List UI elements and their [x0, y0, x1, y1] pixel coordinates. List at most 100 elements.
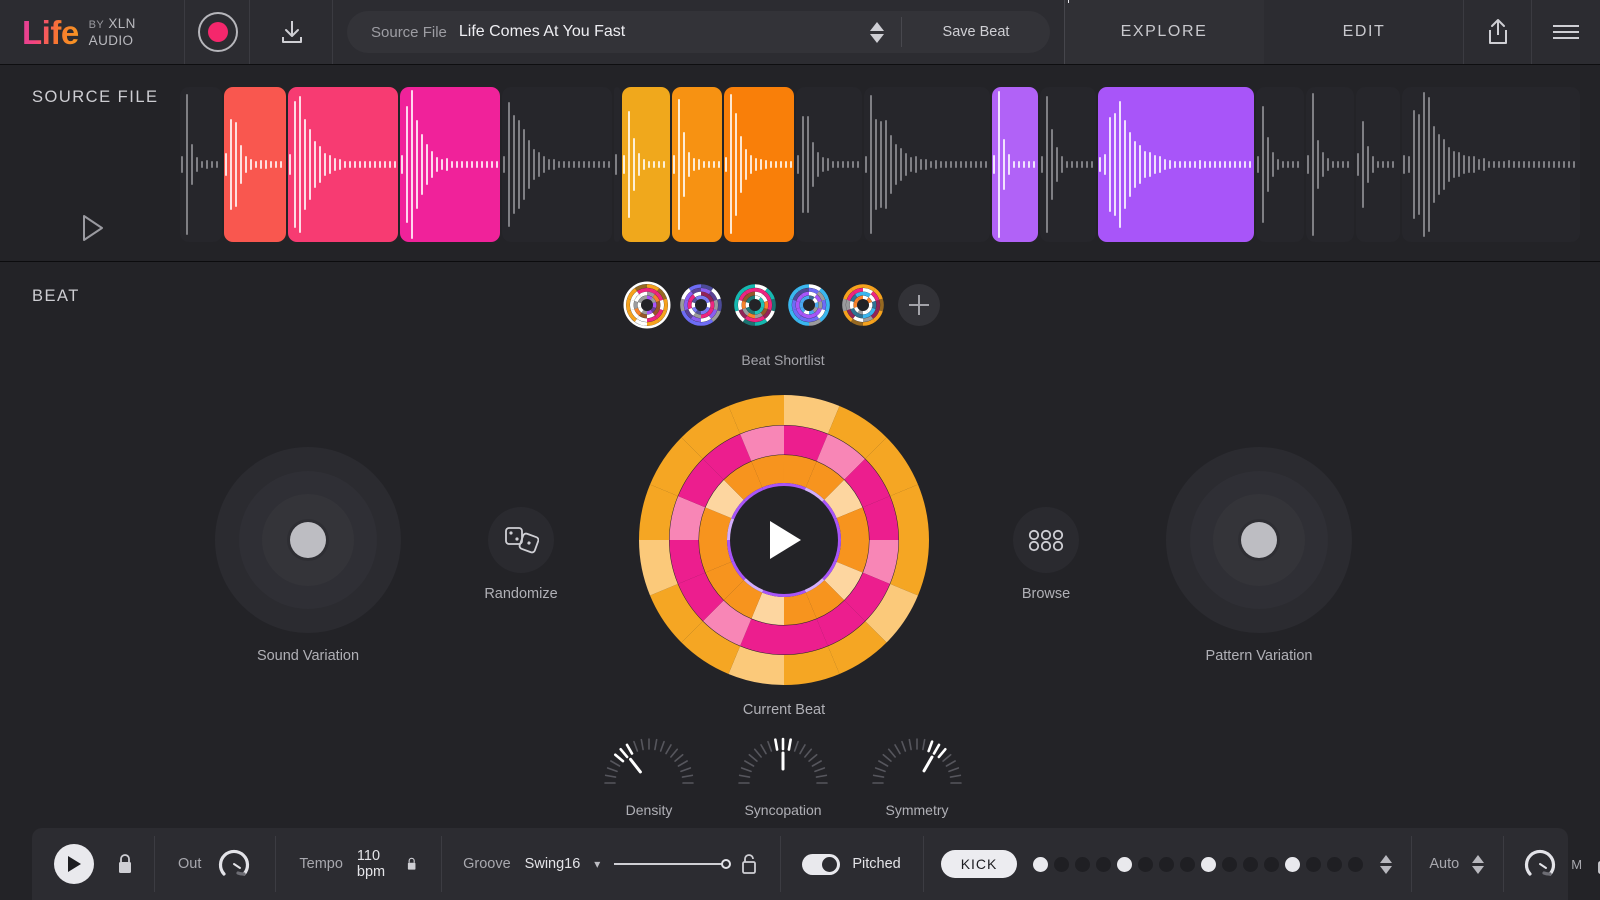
- step-sequencer[interactable]: [1033, 857, 1363, 872]
- beat-shortlist-item-2[interactable]: [680, 284, 722, 326]
- pattern-variation-pad[interactable]: [1166, 447, 1352, 633]
- current-beat-segment[interactable]: [834, 567, 849, 590]
- lock-open-icon[interactable]: [1596, 853, 1600, 875]
- current-beat-segment[interactable]: [850, 540, 855, 567]
- source-file-play-button[interactable]: [80, 213, 106, 248]
- groove-amount-slider[interactable]: [614, 863, 726, 865]
- browse-button[interactable]: [1013, 507, 1079, 573]
- current-beat-segment[interactable]: [718, 490, 733, 513]
- current-beat-segment[interactable]: [734, 660, 784, 670]
- add-beat-button[interactable]: [898, 284, 940, 326]
- menu-button[interactable]: [1532, 0, 1600, 64]
- step-9[interactable]: [1201, 857, 1216, 872]
- current-beat-segment[interactable]: [734, 410, 784, 420]
- transport-play-button[interactable]: [54, 844, 94, 884]
- current-beat-segment[interactable]: [784, 632, 822, 640]
- chevron-down-icon[interactable]: ▾: [594, 857, 600, 871]
- waveform-slice-selected[interactable]: [400, 87, 500, 242]
- source-file-stepper[interactable]: [869, 22, 885, 43]
- source-file-value[interactable]: Life Comes At You Fast: [447, 23, 625, 41]
- pitched-toggle[interactable]: [802, 854, 840, 875]
- waveform-slice-selected[interactable]: [288, 87, 398, 242]
- current-beat-segment[interactable]: [855, 469, 877, 501]
- current-beat-segment[interactable]: [811, 590, 834, 605]
- waveform-slice[interactable]: [614, 87, 620, 242]
- step-10[interactable]: [1222, 857, 1237, 872]
- current-beat-segment[interactable]: [734, 590, 757, 605]
- step-7[interactable]: [1159, 857, 1174, 872]
- waveform-track[interactable]: [180, 87, 1580, 242]
- tempo-value[interactable]: 110 bpm: [357, 848, 392, 880]
- step-12[interactable]: [1264, 857, 1279, 872]
- current-beat-segment[interactable]: [654, 540, 664, 590]
- instrument-selector-kick[interactable]: KICK: [941, 850, 1018, 878]
- density-dial[interactable]: [597, 727, 701, 787]
- current-beat-segment[interactable]: [784, 410, 834, 420]
- save-beat-button[interactable]: Save Beat: [902, 24, 1050, 40]
- mix-knob[interactable]: [1523, 847, 1557, 881]
- share-button[interactable]: [1464, 0, 1532, 64]
- current-beat-segment[interactable]: [713, 611, 745, 633]
- current-beat-segment[interactable]: [855, 578, 877, 610]
- waveform-slice[interactable]: [1256, 87, 1304, 242]
- randomize-button[interactable]: [488, 507, 554, 573]
- current-beat-segment[interactable]: [684, 502, 692, 540]
- lock-open-icon[interactable]: [740, 853, 758, 875]
- current-beat-segment[interactable]: [811, 474, 834, 489]
- waveform-slice[interactable]: [864, 87, 990, 242]
- current-beat-segment[interactable]: [784, 660, 834, 670]
- lock-closed-icon[interactable]: [406, 853, 417, 875]
- step-8[interactable]: [1180, 857, 1195, 872]
- beat-shortlist-item-3[interactable]: [734, 284, 776, 326]
- groove-value[interactable]: Swing16: [525, 856, 581, 872]
- step-16[interactable]: [1348, 857, 1363, 872]
- output-knob[interactable]: [217, 847, 251, 881]
- beat-shortlist-item-5[interactable]: [842, 284, 884, 326]
- waveform-slice[interactable]: [1306, 87, 1354, 242]
- lock-closed-icon[interactable]: [116, 853, 134, 875]
- step-14[interactable]: [1306, 857, 1321, 872]
- source-file-pill[interactable]: Source File Life Comes At You Fast Save …: [347, 11, 1050, 53]
- waveform-slice[interactable]: [502, 87, 612, 242]
- step-3[interactable]: [1075, 857, 1090, 872]
- current-beat-segment[interactable]: [746, 440, 784, 448]
- current-beat-segment[interactable]: [784, 469, 811, 474]
- current-beat-segment[interactable]: [692, 469, 714, 501]
- auto-label[interactable]: Auto: [1429, 856, 1459, 872]
- waveform-slice[interactable]: [1356, 87, 1400, 242]
- current-beat-segment[interactable]: [822, 611, 854, 633]
- current-beat-segment[interactable]: [713, 540, 718, 567]
- sound-variation-puck[interactable]: [290, 522, 326, 558]
- steps-stepper[interactable]: [1379, 855, 1393, 874]
- tab-explore[interactable]: EXPLORE: [1064, 0, 1264, 64]
- current-beat-segment[interactable]: [904, 490, 914, 540]
- beat-shortlist-item-1[interactable]: [626, 284, 668, 326]
- current-beat-segment[interactable]: [734, 474, 757, 489]
- waveform-slice-selected[interactable]: [622, 87, 670, 242]
- current-beat-segment[interactable]: [876, 502, 884, 540]
- step-1[interactable]: [1033, 857, 1048, 872]
- current-beat-segment[interactable]: [692, 578, 714, 610]
- current-beat-play-button[interactable]: [730, 486, 838, 594]
- current-beat-segment[interactable]: [654, 490, 664, 540]
- current-beat-segment[interactable]: [713, 448, 745, 470]
- current-beat-segment[interactable]: [822, 448, 854, 470]
- download-button[interactable]: [250, 0, 333, 64]
- current-beat-segment[interactable]: [718, 567, 733, 590]
- record-button-ring[interactable]: [198, 12, 238, 52]
- current-beat-segment[interactable]: [757, 606, 784, 611]
- sound-variation-pad[interactable]: [215, 447, 401, 633]
- syncopation-dial[interactable]: [731, 727, 835, 787]
- waveform-slice[interactable]: [180, 87, 222, 242]
- step-6[interactable]: [1138, 857, 1153, 872]
- step-4[interactable]: [1096, 857, 1111, 872]
- auto-stepper[interactable]: [1471, 855, 1485, 874]
- current-beat-segment[interactable]: [784, 606, 811, 611]
- symmetry-dial[interactable]: [865, 727, 969, 787]
- step-13[interactable]: [1285, 857, 1300, 872]
- waveform-slice-selected[interactable]: [992, 87, 1038, 242]
- step-11[interactable]: [1243, 857, 1258, 872]
- current-beat-segment[interactable]: [834, 490, 849, 513]
- waveform-slice-selected[interactable]: [672, 87, 722, 242]
- beat-shortlist-item-4[interactable]: [788, 284, 830, 326]
